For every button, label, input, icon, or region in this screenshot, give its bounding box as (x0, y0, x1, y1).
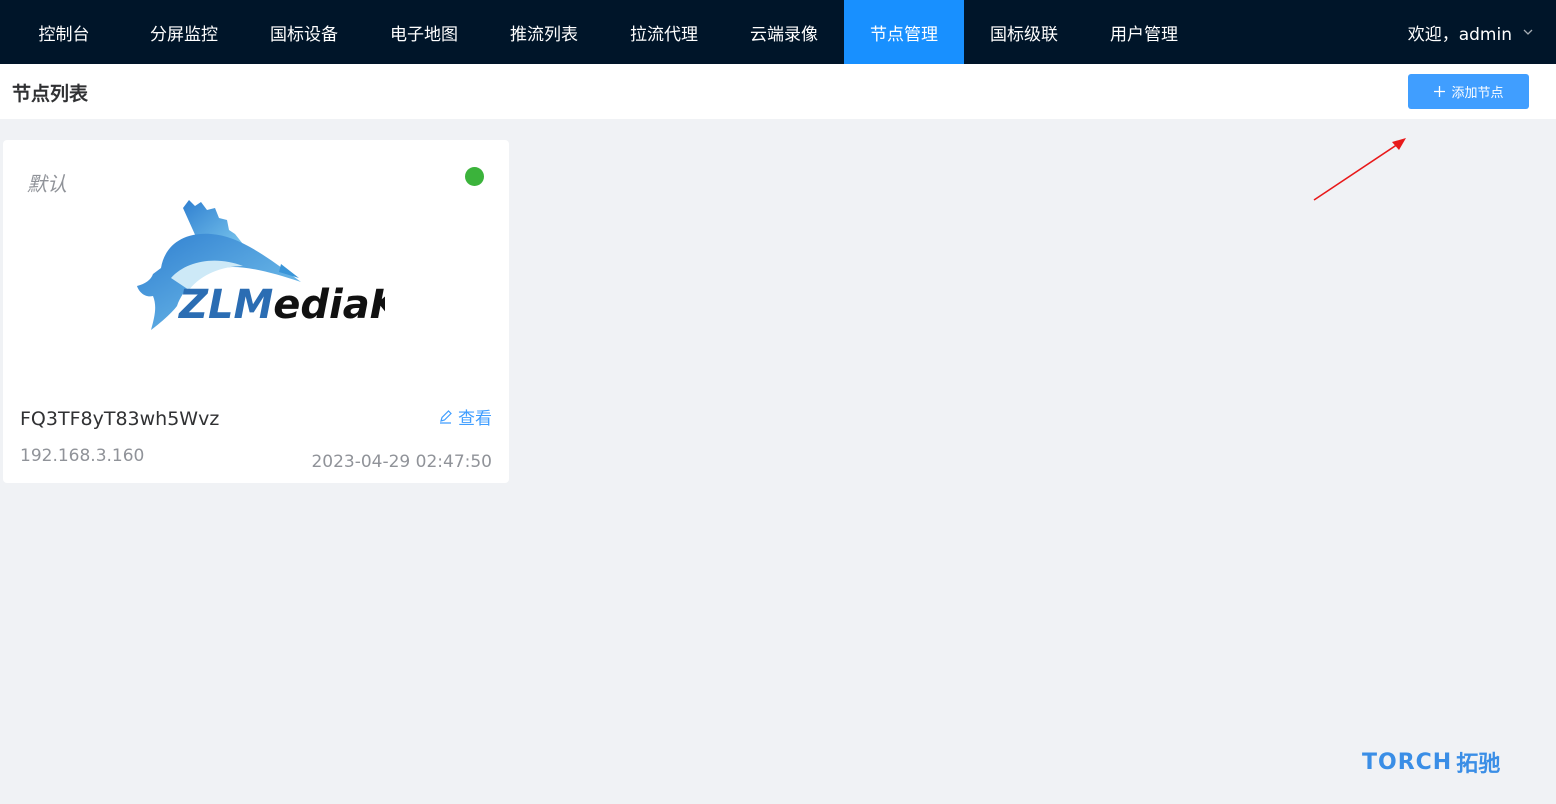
nav-item-gb-devices[interactable]: 国标设备 (244, 0, 364, 64)
page-title: 节点列表 (12, 83, 89, 105)
zlmediakit-logo: ZLMediaKit (137, 200, 385, 330)
nav-item-cloud-record[interactable]: 云端录像 (724, 0, 844, 64)
nav-item-push-list[interactable]: 推流列表 (484, 0, 604, 64)
nav-menu: 控制台 分屏监控 国标设备 电子地图 推流列表 拉流代理 云端录像 节点管理 国… (0, 0, 1204, 64)
top-navbar: 控制台 分屏监控 国标设备 电子地图 推流列表 拉流代理 云端录像 节点管理 国… (0, 0, 1556, 64)
node-timestamp: 2023-04-29 02:47:50 (311, 452, 492, 472)
page-header: 节点列表 添加节点 (0, 64, 1556, 119)
user-greeting: 欢迎，admin (1407, 24, 1512, 45)
watermark-en: TORCH (1362, 749, 1453, 775)
nav-item-split-monitor[interactable]: 分屏监控 (124, 0, 244, 64)
view-label: 查看 (458, 409, 492, 429)
node-tag: 默认 (27, 172, 67, 196)
watermark-cn: 拓驰 (1456, 752, 1501, 777)
watermark: TORCH 拓驰 (1362, 746, 1500, 778)
logo-wordmark: ZLMediaKit (177, 282, 385, 328)
plus-icon (1434, 86, 1446, 97)
nav-item-map[interactable]: 电子地图 (364, 0, 484, 64)
annotation-arrow-icon (1313, 138, 1406, 201)
nav-item-gb-cascade[interactable]: 国标级联 (964, 0, 1084, 64)
add-node-label: 添加节点 (1451, 86, 1504, 101)
edit-icon (440, 410, 452, 424)
user-menu[interactable]: 欢迎，admin (1408, 0, 1534, 64)
view-node-link[interactable]: 查看 (438, 404, 492, 429)
node-ip: 192.168.3.160 (20, 446, 145, 466)
nav-item-console[interactable]: 控制台 (4, 0, 124, 64)
nav-item-pull-proxy[interactable]: 拉流代理 (604, 0, 724, 64)
node-id: FQ3TF8yT83wh5Wvz (20, 408, 220, 430)
chevron-down-icon (1523, 29, 1533, 35)
nav-item-user-management[interactable]: 用户管理 (1084, 0, 1204, 64)
add-node-button[interactable]: 添加节点 (1408, 74, 1529, 109)
nav-item-node-management[interactable]: 节点管理 (844, 0, 964, 64)
node-card: 默认 ZLMediaKit FQ3TF8yT83wh5Wvz 查看 192.16… (3, 140, 509, 483)
status-online-icon (465, 167, 484, 186)
